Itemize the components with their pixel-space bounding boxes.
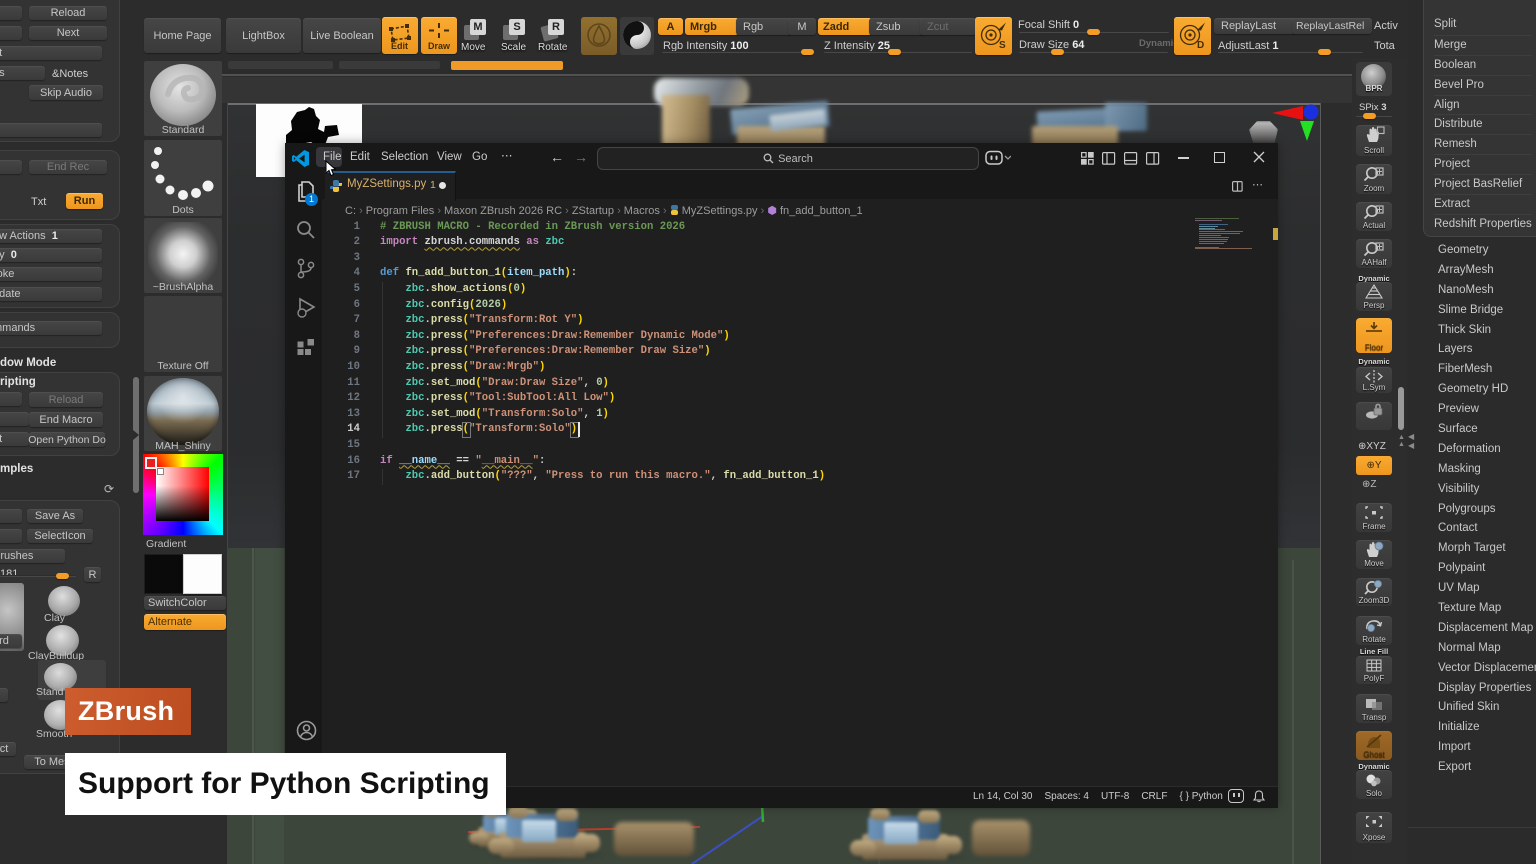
svg-text:Draw: Draw <box>428 41 451 50</box>
svg-text:S: S <box>999 40 1006 51</box>
svg-text:D: D <box>1197 40 1204 51</box>
svg-text:Edit: Edit <box>391 41 408 50</box>
